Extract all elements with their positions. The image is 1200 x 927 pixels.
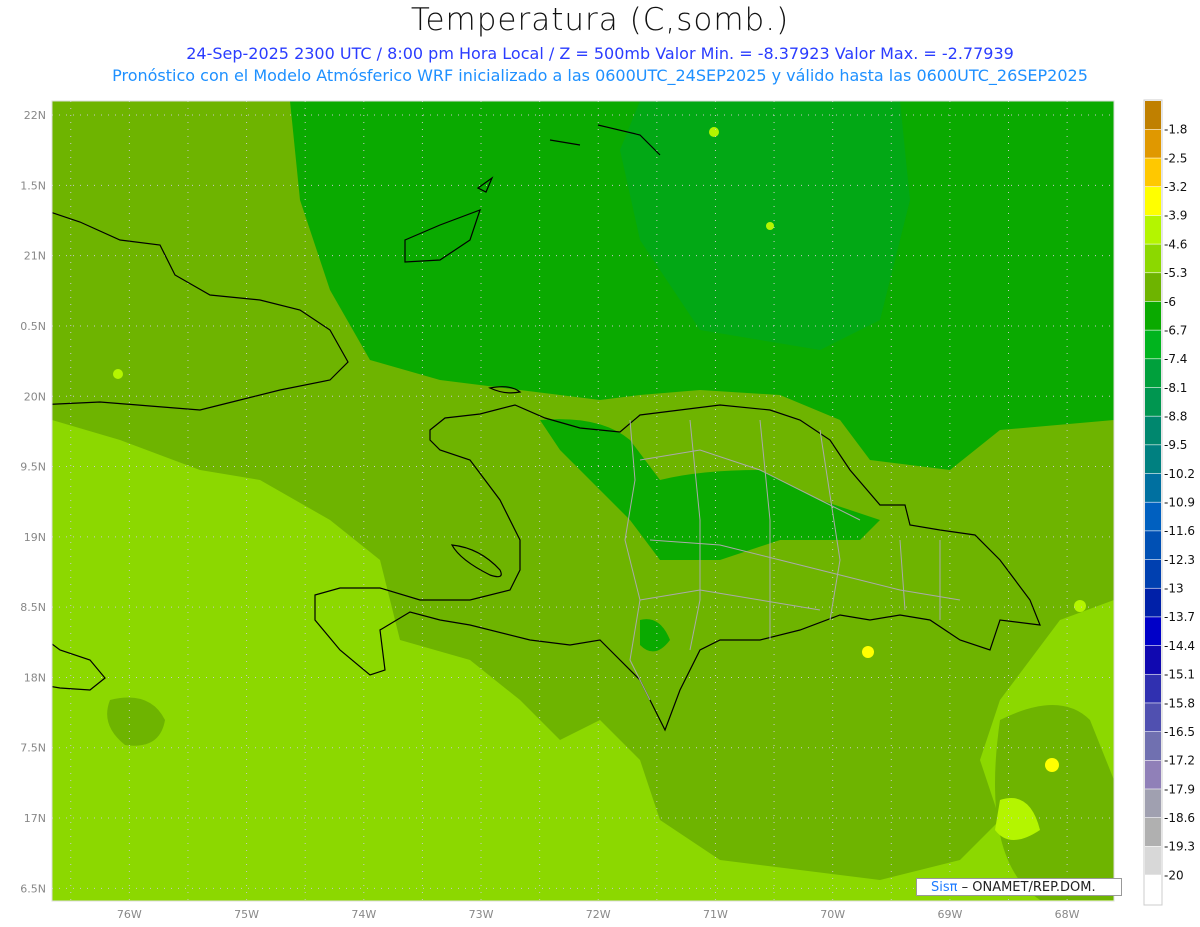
colorbar-swatch — [1145, 817, 1161, 847]
colorbar: -1.8 -2.5 -3.2 -3.9 -4.6 -5.3 -6 -6.7 -7.4 -8.1 -8… — [1143, 99, 1195, 906]
colorbar-swatch — [1145, 359, 1161, 388]
colorbar-swatch — [1145, 273, 1161, 302]
colorbar-swatch — [1145, 301, 1161, 330]
lat-tick-label: 19N — [24, 531, 46, 544]
lat-tick-label: 7.5N — [20, 742, 46, 755]
colorbar-swatch — [1145, 101, 1161, 130]
lat-tick-label: 8.5N — [20, 601, 46, 614]
lat-tick-label: 20N — [24, 390, 46, 403]
lon-tick-label: 68W — [1055, 908, 1080, 921]
colorbar-label: -11.6 — [1164, 524, 1195, 538]
colorbar-label: -12.3 — [1164, 553, 1195, 567]
colorbar-swatch — [1145, 731, 1161, 761]
colorbar-label: -13 — [1164, 582, 1184, 596]
colorbar-label: -2.5 — [1164, 151, 1187, 165]
colorbar-label: -8.8 — [1164, 409, 1187, 423]
credit-brand: Sisπ — [931, 880, 958, 895]
colorbar-swatch — [1145, 445, 1161, 474]
colorbar-swatch — [1145, 158, 1161, 187]
lon-tick-label: 73W — [469, 908, 494, 921]
colorbar-swatch — [1145, 674, 1161, 703]
colorbar-swatch — [1145, 244, 1161, 273]
colorbar-label: -10.9 — [1164, 496, 1195, 510]
colorbar-label: -19.3 — [1164, 840, 1195, 854]
lat-tick-label: 9.5N — [20, 461, 46, 474]
lon-tick-label: 71W — [703, 908, 728, 921]
colorbar-swatch — [1145, 531, 1161, 560]
colorbar-label: -5.3 — [1164, 266, 1187, 280]
colorbar-swatch — [1145, 416, 1161, 445]
lon-tick-label: 69W — [937, 908, 962, 921]
colorbar-swatch — [1145, 760, 1161, 789]
lon-tick-label: 75W — [234, 908, 259, 921]
lat-tick-label: 1.5N — [20, 179, 46, 192]
colorbar-swatch — [1145, 875, 1161, 904]
lon-tick-label: 70W — [820, 908, 845, 921]
lat-tick-label: 0.5N — [20, 320, 46, 333]
lon-tick-label: 72W — [586, 908, 611, 921]
colorbar-label: -18.6 — [1164, 811, 1195, 825]
colorbar-label: -17.9 — [1164, 782, 1195, 796]
colorbar-swatch — [1145, 387, 1161, 416]
colorbar-label: -10.2 — [1164, 467, 1195, 481]
lat-tick-label: 22N — [24, 109, 46, 122]
colorbar-swatch — [1145, 129, 1161, 158]
colorbar-label: -9.5 — [1164, 438, 1187, 452]
colorbar-label: -16.5 — [1164, 725, 1195, 739]
colorbar-swatch — [1145, 473, 1161, 502]
colorbar-label: -6.7 — [1164, 323, 1187, 337]
colorbar-swatch — [1145, 502, 1161, 531]
lon-tick-label: 76W — [117, 908, 142, 921]
credit-box: Sisπ – ONAMET/REP.DOM. — [916, 878, 1122, 896]
colorbar-label: -7.4 — [1164, 352, 1187, 366]
colorbar-label: -1.8 — [1164, 123, 1187, 137]
colorbar-label: -15.8 — [1164, 696, 1195, 710]
colorbar-swatch — [1145, 215, 1161, 244]
colorbar-swatch — [1145, 617, 1161, 646]
colorbar-label: -14.4 — [1164, 639, 1195, 653]
colorbar-swatch — [1145, 330, 1161, 359]
colorbar-label: -13.7 — [1164, 610, 1195, 624]
lat-tick-label: 21N — [24, 250, 46, 263]
temperature-field — [52, 101, 1114, 901]
colorbar-swatch — [1145, 703, 1161, 732]
credit-text: – ONAMET/REP.DOM. — [961, 880, 1096, 895]
colorbar-label: -15.1 — [1164, 668, 1195, 682]
temperature-map: 76W 75W 74W 73W 72W 71W 70W 69W 68W 22N 1.5N 21N 0.5… — [20, 99, 1195, 921]
lat-tick-label: 17N — [24, 812, 46, 825]
colorbar-label: -3.9 — [1164, 209, 1187, 223]
colorbar-swatch — [1145, 588, 1161, 617]
colorbar-label: -3.2 — [1164, 180, 1187, 194]
colorbar-label: -20 — [1164, 868, 1184, 882]
colorbar-swatch — [1145, 789, 1161, 818]
colorbar-label: -6 — [1164, 295, 1176, 309]
colorbar-swatch — [1145, 645, 1161, 674]
colorbar-label: -4.6 — [1164, 237, 1187, 251]
colorbar-label: -8.1 — [1164, 381, 1187, 395]
lat-tick-label: 6.5N — [20, 882, 46, 895]
lat-tick-label: 18N — [24, 671, 46, 684]
lon-tick-label: 74W — [351, 908, 376, 921]
colorbar-swatch — [1145, 846, 1161, 875]
colorbar-label: -17.2 — [1164, 754, 1195, 768]
colorbar-swatch — [1145, 187, 1161, 216]
colorbar-swatch — [1145, 559, 1161, 588]
